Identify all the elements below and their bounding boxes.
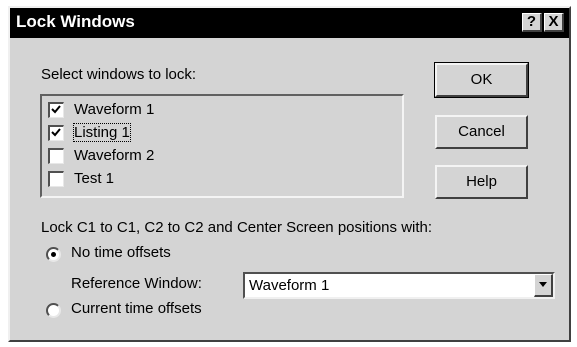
select-windows-label: Select windows to lock: — [41, 66, 197, 83]
no-time-offsets-radio[interactable] — [46, 247, 61, 262]
help-title-button[interactable]: ? — [522, 13, 542, 32]
list-item[interactable]: Listing 1 — [48, 123, 388, 145]
checkbox[interactable] — [48, 125, 64, 141]
check-icon — [51, 128, 61, 137]
radio-selected-dot — [51, 252, 56, 257]
close-button[interactable]: X — [544, 13, 564, 32]
chevron-down-icon — [539, 282, 547, 287]
item-label: Waveform 1 — [74, 101, 155, 118]
check-icon — [51, 105, 61, 114]
list-item[interactable]: Waveform 1 — [48, 100, 388, 122]
current-time-offsets-radio[interactable] — [46, 303, 61, 318]
list-item[interactable]: Waveform 2 — [48, 146, 388, 168]
item-label: Listing 1 — [73, 123, 131, 142]
dialog-title: Lock Windows — [16, 12, 135, 31]
reference-window-label: Reference Window: — [71, 275, 202, 292]
no-time-offsets-label[interactable]: No time offsets — [71, 244, 171, 261]
help-button[interactable]: Help — [435, 165, 528, 199]
ok-button[interactable]: OK — [434, 62, 529, 98]
item-label: Waveform 2 — [74, 147, 155, 164]
title-bar: Lock Windows ? X — [10, 8, 569, 38]
windows-list[interactable]: Waveform 1 Listing 1 Waveform 2 Test 1 — [40, 94, 404, 198]
item-label: Test 1 — [74, 170, 115, 187]
lock-windows-dialog: Lock Windows ? X Select windows to lock:… — [8, 6, 571, 342]
checkbox[interactable] — [48, 148, 64, 164]
dropdown-button[interactable] — [534, 274, 553, 297]
reference-window-value: Waveform 1 — [249, 277, 330, 294]
checkbox[interactable] — [48, 171, 64, 187]
cancel-button[interactable]: Cancel — [435, 115, 528, 149]
lock-positions-label: Lock C1 to C1, C2 to C2 and Center Scree… — [41, 219, 433, 236]
checkbox[interactable] — [48, 102, 64, 118]
list-item[interactable]: Test 1 — [48, 169, 388, 191]
current-time-offsets-label[interactable]: Current time offsets — [71, 300, 202, 317]
reference-window-select[interactable]: Waveform 1 — [243, 272, 555, 299]
